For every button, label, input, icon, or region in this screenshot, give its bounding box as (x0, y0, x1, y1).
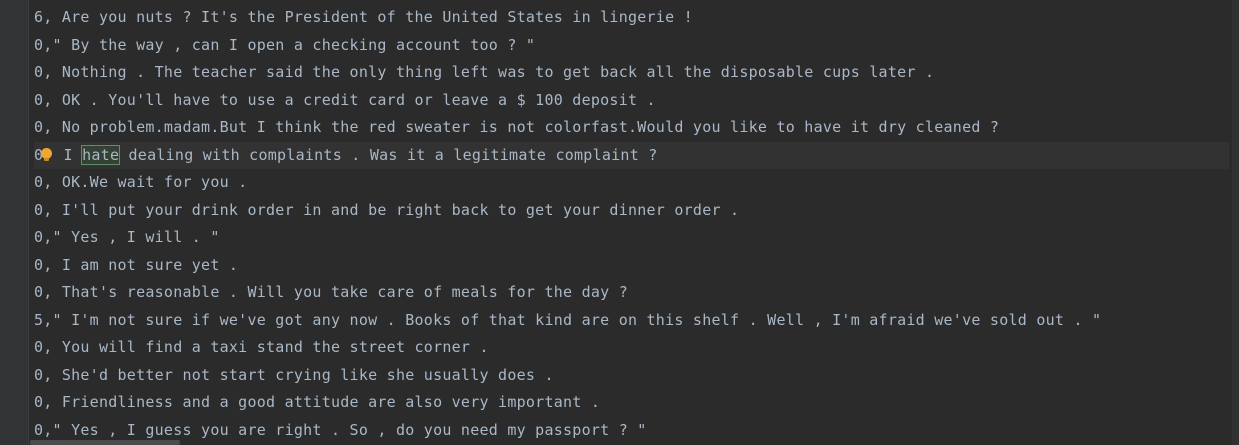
code-line[interactable]: 0," By the way , can I open a checking a… (34, 32, 1229, 60)
code-line[interactable]: 6, Are you nuts ? It's the President of … (34, 4, 1229, 32)
current-code-line[interactable]: 0 I hate dealing with complaints . Was i… (34, 141, 1229, 169)
highlighted-word[interactable]: hate (81, 144, 121, 165)
code-line[interactable]: 5," I'm not sure if we've got any now . … (34, 307, 1229, 335)
editor-text-area[interactable]: 6, Are you nuts ? It's the President of … (34, 4, 1229, 444)
code-line[interactable]: 0, OK . You'll have to use a credit card… (34, 87, 1229, 115)
code-editor[interactable]: 6, Are you nuts ? It's the President of … (0, 0, 1239, 445)
code-line[interactable]: 0, I am not sure yet . (34, 252, 1229, 280)
code-line[interactable]: 0, OK.We wait for you . (34, 169, 1229, 197)
code-line[interactable]: 0," Yes , I will . " (34, 224, 1229, 252)
lightbulb-icon[interactable] (41, 148, 53, 162)
code-line[interactable]: 0, Friendliness and a good attitude are … (34, 389, 1229, 417)
code-line[interactable]: 0, Nothing . The teacher said the only t… (34, 59, 1229, 87)
horizontal-scrollbar[interactable] (30, 440, 180, 445)
code-line[interactable]: 0, She'd better not start crying like sh… (34, 362, 1229, 390)
code-line[interactable]: 0, That's reasonable . Will you take car… (34, 279, 1229, 307)
gutter-divider (28, 0, 29, 445)
code-line[interactable]: 0, You will find a taxi stand the street… (34, 334, 1229, 362)
line-text-after-highlight: dealing with complaints . Was it a legit… (119, 145, 658, 164)
code-line[interactable]: 0, No problem.madam.But I think the red … (34, 114, 1229, 142)
code-line[interactable]: 0, I'll put your drink order in and be r… (34, 197, 1229, 225)
editor-gutter[interactable] (0, 0, 28, 445)
code-line[interactable]: 0," Yes , I guess you are right . So , d… (34, 417, 1229, 445)
line-text-before-highlight: I (54, 145, 83, 164)
error-stripe[interactable] (1232, 0, 1239, 445)
